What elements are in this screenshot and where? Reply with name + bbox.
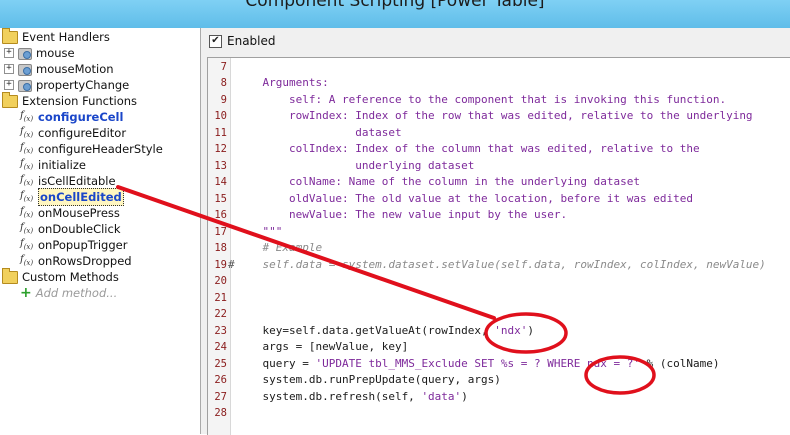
line-number: 7 (220, 60, 227, 73)
code-editor[interactable]: 7 8 9 10 11 12 13 14 15 16 17 18 19 20 21 22 23 24 25 26 27 2… (207, 57, 790, 435)
code-line: newValue: The new value input by the use… (236, 208, 568, 221)
line-number: 12 (214, 143, 227, 155)
expand-icon[interactable]: + (4, 64, 14, 74)
code-line: args = [newValue, key] (236, 340, 409, 353)
title-bar: Component Scripting [Power Table] (0, 0, 790, 28)
code-line: colIndex: Index of the column that was e… (236, 142, 700, 155)
tree-label: Custom Methods (22, 270, 119, 284)
code-line: # Example (236, 241, 323, 254)
enabled-checkbox[interactable]: ✔ (209, 34, 222, 48)
line-number: 16 (214, 209, 227, 221)
line-number: 25 (214, 357, 227, 370)
line-number: 11 (214, 126, 227, 139)
code-line: self: A reference to the component that … (236, 92, 727, 106)
line-number: 17 (214, 225, 227, 238)
tree-label: onDoubleClick (38, 222, 121, 236)
line-number: 26 (214, 374, 227, 386)
line-number: 19 (214, 258, 227, 271)
code-line: system.db.runPrepUpdate(query, args) (236, 373, 501, 386)
expand-icon[interactable]: + (4, 80, 14, 90)
line-number: 27 (214, 390, 227, 403)
enabled-toggle[interactable]: ✔ Enabled (209, 31, 276, 51)
line-number: 24 (214, 341, 227, 353)
line-number: 21 (214, 291, 227, 304)
line-number: 18 (214, 242, 227, 254)
comment-marker: # (228, 257, 235, 271)
tree-label: Event Handlers (22, 30, 110, 44)
code-line: underlying dataset (236, 158, 475, 172)
scripting-tree[interactable]: Event Handlers + mouse + mouseMotion + p… (0, 28, 201, 434)
tree-item-add-method[interactable]: + Add method... (20, 285, 117, 301)
code-line: Arguments: (236, 76, 329, 89)
enabled-label: Enabled (227, 34, 276, 48)
event-icon (17, 79, 32, 92)
function-icon: f(x) (20, 253, 34, 267)
code-line: key=self.data.getValueAt(rowIndex, 'ndx'… (236, 323, 535, 337)
add-icon: + (20, 285, 32, 301)
tree-label: Extension Functions (22, 94, 138, 108)
tree-item-custom-methods[interactable]: Custom Methods (2, 267, 119, 285)
line-number: 22 (214, 308, 227, 320)
tree-label: onMousePress (38, 206, 120, 220)
line-number: 28 (214, 407, 227, 419)
tree-item-on-popup-trigger[interactable]: f(x) onPopupTrigger (20, 237, 127, 253)
event-icon (17, 63, 32, 76)
tree-label: configureHeaderStyle (38, 142, 163, 156)
folder-icon (2, 267, 18, 284)
tree-label: onRowsDropped (38, 254, 132, 268)
tree-label-selected: onCellEdited (38, 188, 124, 206)
line-number: 8 (220, 77, 227, 89)
tree-item-configure-header-style[interactable]: f(x) configureHeaderStyle (20, 141, 163, 157)
tree-item-event-handlers[interactable]: Event Handlers (2, 28, 110, 45)
tree-item-on-rows-dropped[interactable]: f(x) onRowsDropped (20, 253, 132, 269)
code-line: """ (236, 224, 283, 238)
line-number: 13 (214, 159, 227, 172)
tree-label: isCellEditable (38, 174, 116, 188)
tree-label: propertyChange (36, 78, 130, 92)
code-line: query = 'UPDATE tbl_MMS_Exclude SET %s =… (236, 356, 720, 370)
code-line: self.data = system.dataset.setValue(self… (236, 257, 766, 271)
line-number: 14 (214, 176, 227, 188)
code-line: system.db.refresh(self, 'data') (236, 389, 468, 403)
line-number: 10 (214, 110, 227, 122)
tree-label: configureCell (38, 110, 124, 124)
tree-label: initialize (38, 158, 86, 172)
tree-item-mouse[interactable]: + mouse (4, 45, 75, 61)
folder-icon (2, 28, 18, 44)
script-editor-panel: ✔ Enabled 7 8 9 10 11 12 13 14 15 16 17 18 19 20 21 22 2… (201, 28, 790, 435)
folder-icon (2, 91, 18, 108)
code-line: oldValue: The old value at the location,… (236, 191, 693, 205)
code-line: colName: Name of the column in the under… (236, 175, 640, 188)
line-number: 15 (214, 192, 227, 205)
line-number: 9 (220, 93, 227, 106)
window-title: Component Scripting [Power Table] (245, 0, 545, 11)
tree-item-property-change[interactable]: + propertyChange (4, 77, 129, 93)
tree-label: mouseMotion (36, 62, 114, 76)
tree-label: mouse (36, 46, 75, 60)
tree-label: onPopupTrigger (38, 238, 128, 252)
tree-item-mouse-motion[interactable]: + mouseMotion (4, 61, 114, 77)
line-number: 23 (214, 324, 227, 337)
line-number: 20 (214, 275, 227, 287)
code-line: rowIndex: Index of the row that was edit… (236, 109, 753, 122)
expand-icon[interactable]: + (4, 48, 14, 58)
add-method-label: Add method... (35, 286, 118, 300)
tree-label: configureEditor (38, 126, 127, 140)
line-number-gutter: 7 8 9 10 11 12 13 14 15 16 17 18 19 20 21 22 23 24 25 26 27 2… (208, 58, 231, 435)
code-line: dataset (236, 125, 402, 139)
event-icon (17, 47, 32, 60)
